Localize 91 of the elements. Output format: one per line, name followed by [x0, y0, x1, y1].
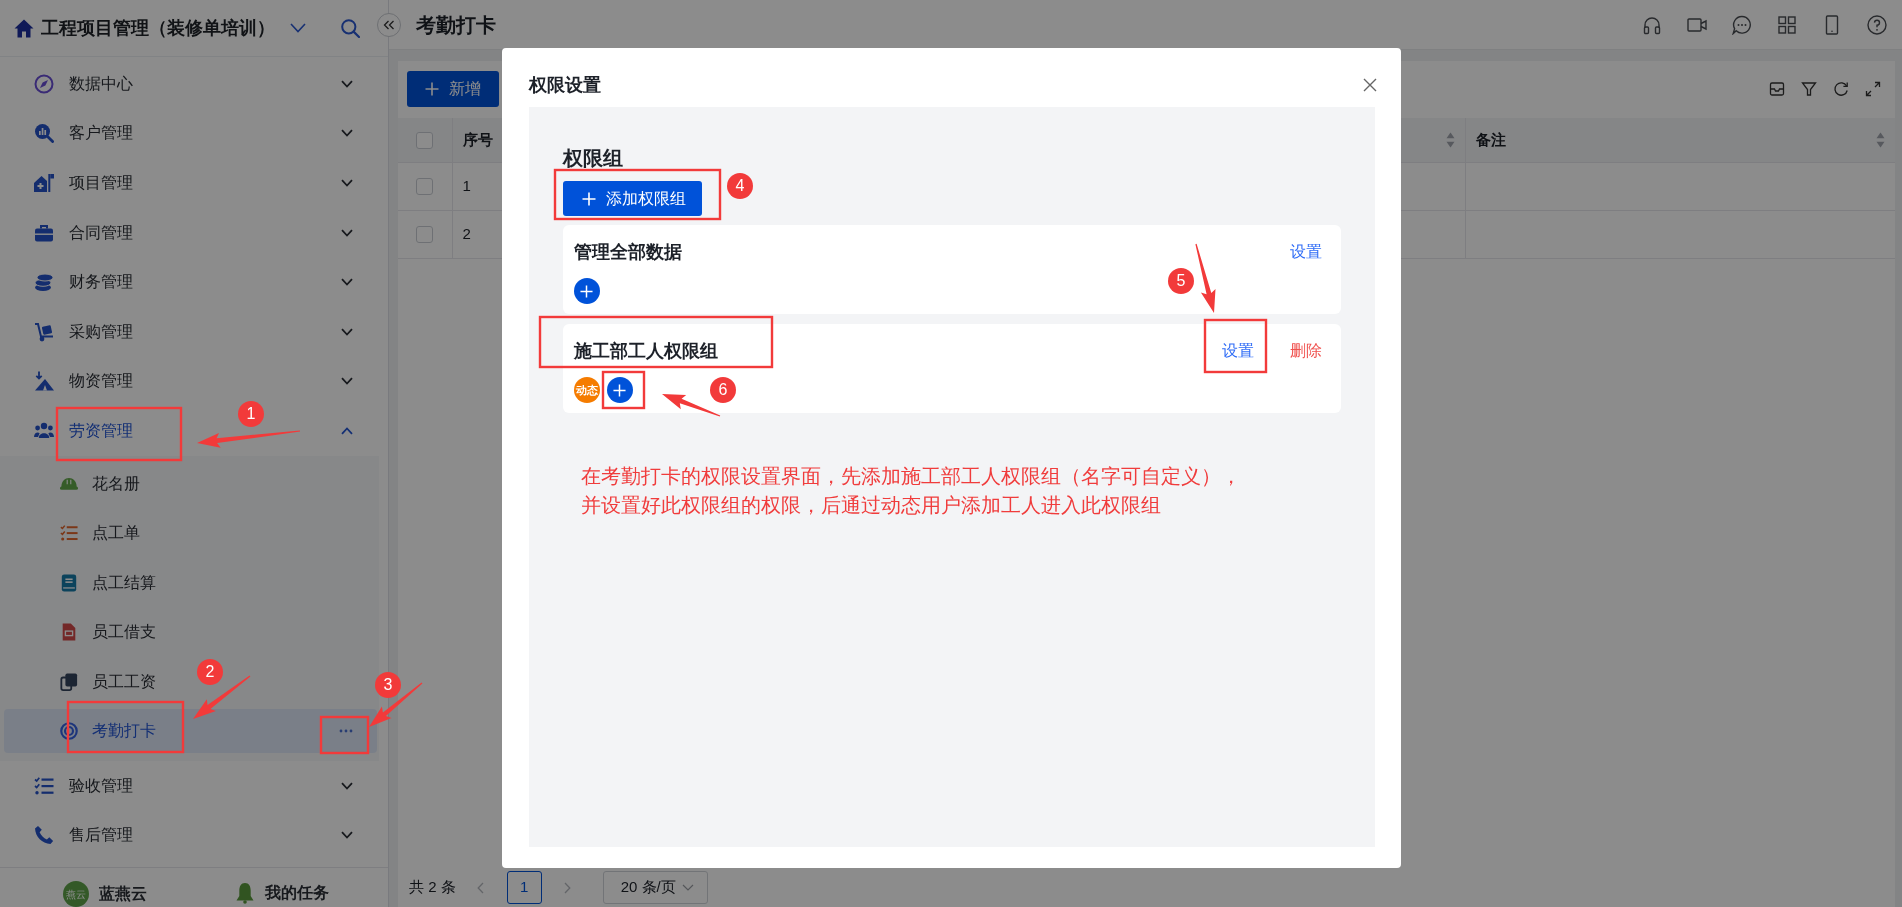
- submenu-item[interactable]: 员工工资: [60, 669, 156, 694]
- add-member-button[interactable]: [606, 377, 633, 403]
- avatar: 燕云: [63, 881, 89, 907]
- settings-link[interactable]: 设置: [1289, 240, 1322, 264]
- plus-icon: [580, 284, 593, 298]
- chevron-down-icon[interactable]: [290, 23, 306, 33]
- help-icon[interactable]: [1867, 14, 1887, 35]
- chevron-down-icon[interactable]: [341, 228, 353, 237]
- phone-icon: [34, 825, 54, 846]
- page-button[interactable]: 1: [506, 871, 542, 904]
- submenu-item[interactable]: 员工借支: [60, 620, 156, 645]
- arrow: [193, 675, 251, 719]
- menu-item[interactable]: 财务管理: [34, 270, 133, 295]
- chevron-down-icon: [681, 884, 694, 891]
- add-button[interactable]: 新增: [407, 71, 499, 107]
- house-flag-icon: [34, 173, 54, 193]
- copy-icon: [60, 672, 78, 691]
- menu-item[interactable]: 合同管理: [34, 220, 133, 245]
- page-size-select[interactable]: 20 条/页: [602, 871, 708, 904]
- hand-truck-icon: [34, 321, 54, 342]
- chevron-down-icon[interactable]: [341, 831, 353, 840]
- chevron-down-icon[interactable]: [341, 327, 353, 336]
- highlight-frame: [1203, 318, 1268, 374]
- chevron-down-icon[interactable]: [341, 79, 353, 88]
- search-icon[interactable]: [341, 18, 360, 38]
- users-icon: [34, 422, 54, 440]
- chart-search-icon: [34, 123, 54, 144]
- submenu-item[interactable]: 考勤打卡: [4, 708, 377, 753]
- tent-icon: [34, 371, 54, 392]
- chevron-down-icon[interactable]: [341, 278, 353, 287]
- app-title: 工程项目管理（装修单培训）: [41, 16, 275, 40]
- double-chevron-left-icon: [383, 19, 395, 30]
- menu-item[interactable]: 劳资管理: [34, 418, 133, 443]
- total-count: 共 2 条: [409, 877, 456, 898]
- menu-item[interactable]: 数据中心: [34, 71, 133, 96]
- book-icon: [60, 573, 78, 592]
- refresh-icon[interactable]: [1833, 81, 1849, 97]
- inbox-icon[interactable]: [1769, 81, 1785, 97]
- plus-icon: [613, 383, 626, 397]
- checkbox[interactable]: [416, 132, 434, 150]
- plus-icon: [425, 82, 439, 96]
- footer-link[interactable]: 蓝燕云: [99, 882, 147, 906]
- instruction-note: 在考勤打卡的权限设置界面，先添加施工部工人权限组（名字可自定义）， 并设置好此权限组的权限，后通过动态用户添加工人进入此权限组: [580, 464, 1242, 518]
- member-avatar: 动态: [573, 377, 600, 403]
- expand-icon[interactable]: [1865, 81, 1881, 97]
- headset-icon[interactable]: [1642, 14, 1662, 35]
- menu-item[interactable]: 采购管理: [34, 319, 133, 344]
- menu-item[interactable]: 客户管理: [34, 121, 133, 146]
- more-icon[interactable]: [339, 728, 353, 733]
- grid-icon[interactable]: [1777, 14, 1797, 35]
- checklist-icon: [34, 775, 54, 796]
- chevron-down-icon[interactable]: [341, 377, 353, 386]
- submenu-item[interactable]: 点工单: [60, 521, 140, 546]
- document-icon: [60, 623, 78, 642]
- menu-item[interactable]: 项目管理: [34, 171, 133, 195]
- menu-item[interactable]: 物资管理: [34, 369, 133, 394]
- add-group-button[interactable]: 添加权限组: [562, 181, 702, 216]
- compass-icon: [34, 73, 54, 94]
- checklist-icon: [60, 524, 78, 543]
- delete-link[interactable]: 删除: [1289, 339, 1322, 363]
- briefcase-icon: [34, 222, 54, 243]
- chat-icon[interactable]: [1732, 14, 1752, 35]
- chevron-up-icon[interactable]: [341, 426, 353, 435]
- menu-item[interactable]: 售后管理: [34, 823, 133, 848]
- checkbox[interactable]: [416, 226, 434, 244]
- settings-link[interactable]: 设置: [1221, 339, 1254, 363]
- coins-icon: [34, 272, 54, 293]
- filter-icon[interactable]: [1801, 81, 1817, 97]
- highlight-frame: [319, 715, 370, 755]
- chevron-down-icon[interactable]: [341, 129, 353, 138]
- submenu-item[interactable]: 花名册: [60, 471, 140, 496]
- column-header[interactable]: 备注: [1465, 118, 1895, 162]
- bell-icon: [235, 882, 255, 904]
- group-name: 管理全部数据: [573, 241, 682, 264]
- chevron-down-icon[interactable]: [341, 781, 353, 790]
- group-name: 施工部工人权限组: [573, 340, 718, 363]
- menu-item[interactable]: 验收管理: [34, 773, 133, 798]
- arrow: [662, 394, 721, 417]
- target-icon: [60, 721, 78, 740]
- checkbox[interactable]: [416, 178, 434, 196]
- submenu-item[interactable]: 点工结算: [60, 570, 156, 595]
- helmet-icon: [60, 477, 78, 491]
- close-icon[interactable]: [1362, 78, 1377, 92]
- plus-icon: [581, 191, 596, 206]
- footer-link[interactable]: 我的任务: [265, 881, 329, 905]
- home-icon: [14, 18, 34, 38]
- arrow: [1195, 243, 1216, 313]
- page-title: 考勤打卡: [416, 12, 496, 38]
- add-member-button[interactable]: [573, 278, 600, 304]
- dialog-title: 权限设置: [528, 74, 601, 96]
- chevron-down-icon[interactable]: [341, 179, 353, 187]
